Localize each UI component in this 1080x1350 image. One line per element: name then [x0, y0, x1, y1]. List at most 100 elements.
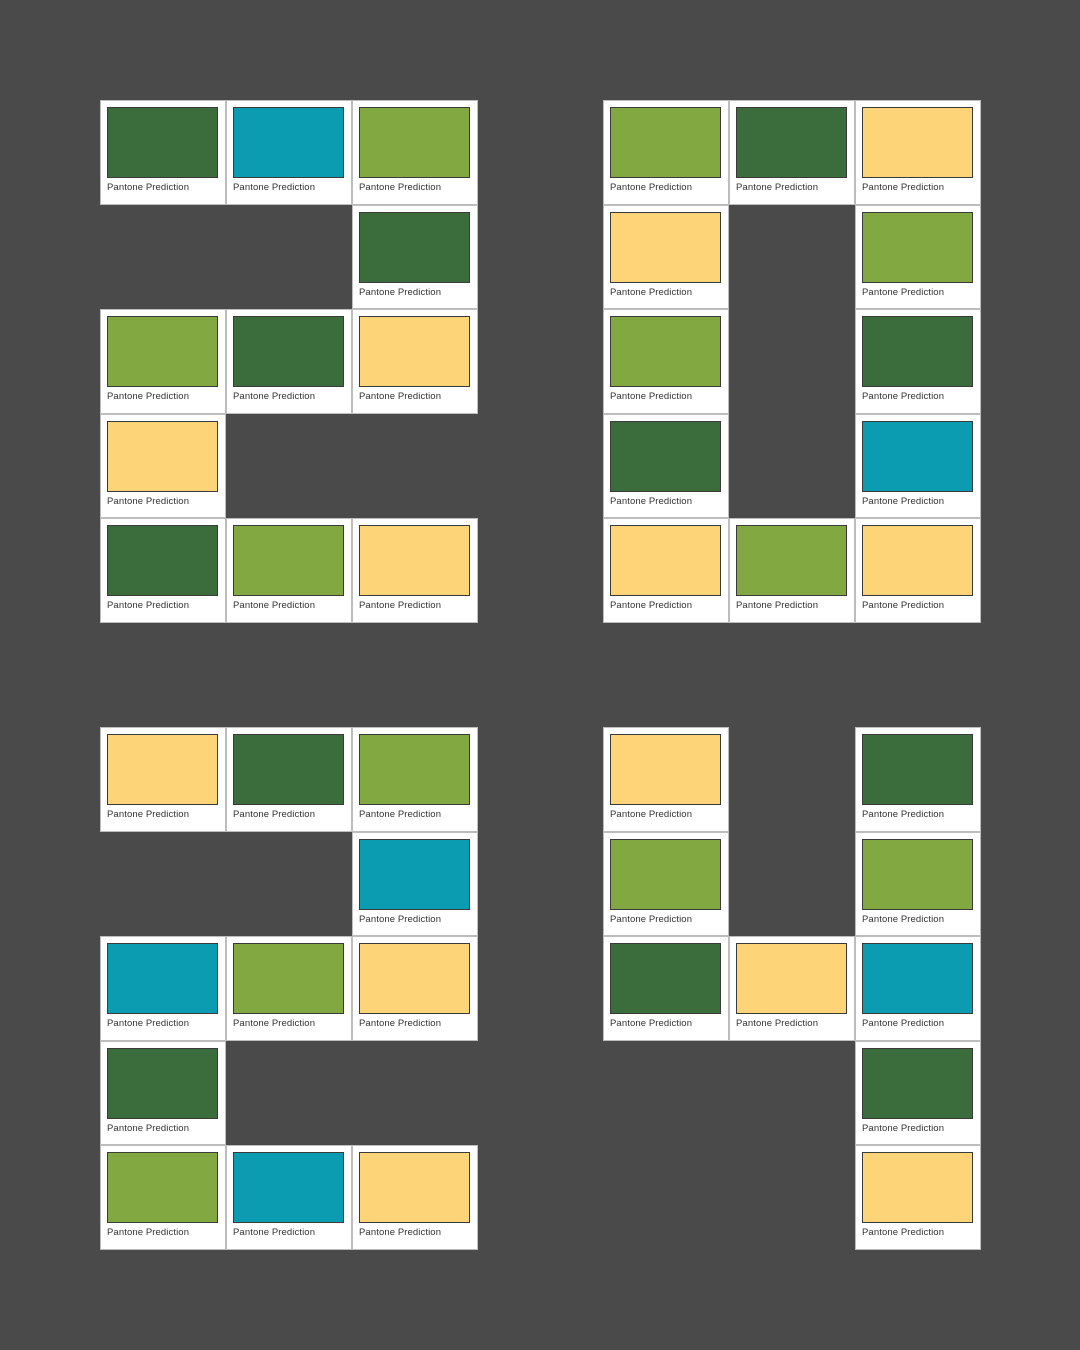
color-swatch: [610, 316, 721, 388]
digit-0: Pantone Prediction Pantone Prediction Pant…: [603, 100, 981, 623]
swatch-label: Pantone Prediction: [862, 1122, 945, 1134]
swatch-label: Pantone Prediction: [233, 182, 316, 193]
color-card: Pantone Prediction: [603, 727, 729, 832]
color-swatch: [233, 107, 344, 178]
color-swatch: [107, 525, 218, 597]
color-card: Pantone Prediction: [100, 413, 226, 519]
swatch-label: Pantone Prediction: [233, 1018, 316, 1030]
swatch-label: Pantone Prediction: [359, 1227, 442, 1239]
swatch-label: Pantone Prediction: [359, 391, 442, 403]
swatch-label: Pantone Prediction: [107, 1018, 190, 1030]
swatch-label: Pantone Prediction: [862, 1227, 945, 1239]
color-card: Pantone Prediction: [855, 309, 981, 414]
color-swatch: [359, 838, 470, 910]
color-swatch: [359, 107, 470, 178]
swatch-label: Pantone Prediction: [862, 600, 945, 612]
color-swatch: [107, 316, 218, 388]
color-swatch: [610, 838, 721, 910]
color-swatch: [736, 525, 847, 597]
swatch-label: Pantone Prediction: [736, 182, 819, 193]
color-swatch: [862, 420, 973, 492]
color-swatch: [862, 1152, 973, 1224]
swatch-label: Pantone Prediction: [233, 809, 316, 820]
color-swatch: [610, 211, 721, 283]
color-card: Pantone Prediction: [603, 831, 729, 937]
color-swatch: [862, 1047, 973, 1119]
color-card: Pantone Prediction: [226, 1145, 352, 1250]
color-card: Pantone Prediction: [603, 309, 729, 414]
color-card: Pantone Prediction: [352, 727, 478, 832]
swatch-label: Pantone Prediction: [359, 600, 442, 612]
color-card: Pantone Prediction: [855, 413, 981, 519]
color-card: Pantone Prediction: [603, 518, 729, 623]
color-swatch: [233, 734, 344, 805]
color-swatch: [610, 734, 721, 805]
color-card: Pantone Prediction: [352, 936, 478, 1041]
color-swatch: [862, 943, 973, 1015]
color-swatch: [736, 107, 847, 178]
color-card: Pantone Prediction: [226, 309, 352, 414]
swatch-label: Pantone Prediction: [359, 182, 442, 193]
color-swatch: [359, 943, 470, 1015]
swatch-label: Pantone Prediction: [862, 182, 945, 193]
color-card: Pantone Prediction: [352, 831, 478, 937]
swatch-label: Pantone Prediction: [610, 809, 693, 820]
color-swatch: [233, 525, 344, 597]
swatch-label: Pantone Prediction: [610, 182, 693, 193]
color-card: Pantone Prediction: [352, 309, 478, 414]
color-card: Pantone Prediction: [352, 100, 478, 205]
color-card: Pantone Prediction: [352, 204, 478, 310]
swatch-label: Pantone Prediction: [359, 286, 442, 298]
color-swatch: [862, 316, 973, 388]
color-swatch: [862, 525, 973, 597]
color-swatch: [233, 943, 344, 1015]
color-card: Pantone Prediction: [603, 413, 729, 519]
color-swatch: [107, 734, 218, 805]
color-swatch: [359, 525, 470, 597]
swatch-label: Pantone Prediction: [233, 600, 316, 612]
color-swatch: [359, 734, 470, 805]
color-swatch: [359, 211, 470, 283]
swatch-label: Pantone Prediction: [610, 1018, 693, 1030]
color-swatch: [862, 838, 973, 910]
swatch-label: Pantone Prediction: [736, 600, 819, 612]
color-card: Pantone Prediction: [729, 936, 855, 1041]
swatch-label: Pantone Prediction: [736, 1018, 819, 1030]
swatch-label: Pantone Prediction: [107, 600, 190, 612]
swatch-label: Pantone Prediction: [107, 182, 190, 193]
canvas: { "colors": { "dark_green": "#3b6c3c", "…: [0, 0, 1080, 1350]
swatch-label: Pantone Prediction: [233, 391, 316, 403]
color-card: Pantone Prediction: [855, 100, 981, 205]
swatch-label: Pantone Prediction: [107, 391, 190, 403]
color-swatch: [107, 1047, 218, 1119]
swatch-label: Pantone Prediction: [233, 1227, 316, 1239]
color-card: Pantone Prediction: [226, 727, 352, 832]
color-card: Pantone Prediction: [352, 518, 478, 623]
color-swatch: [359, 316, 470, 388]
color-card: Pantone Prediction: [226, 518, 352, 623]
color-card: Pantone Prediction: [100, 1040, 226, 1146]
swatch-label: Pantone Prediction: [359, 1018, 442, 1030]
color-card: Pantone Prediction: [100, 309, 226, 414]
color-card: Pantone Prediction: [100, 100, 226, 205]
swatch-label: Pantone Prediction: [862, 1018, 945, 1030]
color-card: Pantone Prediction: [855, 1145, 981, 1250]
color-swatch: [610, 525, 721, 597]
color-swatch: [610, 420, 721, 492]
color-swatch: [107, 420, 218, 492]
color-swatch: [107, 107, 218, 178]
digit-4: Pantone Prediction Pantone Prediction Pant…: [603, 727, 981, 1250]
color-swatch: [107, 943, 218, 1015]
color-card: Pantone Prediction: [729, 100, 855, 205]
color-card: Pantone Prediction: [603, 204, 729, 310]
swatch-label: Pantone Prediction: [610, 286, 693, 298]
swatch-label: Pantone Prediction: [862, 391, 945, 403]
swatch-label: Pantone Prediction: [610, 913, 693, 925]
swatch-label: Pantone Prediction: [359, 913, 442, 925]
color-swatch: [862, 734, 973, 805]
color-card: Pantone Prediction: [855, 831, 981, 937]
digit-2-second: Pantone Prediction Pantone Prediction Pant…: [100, 727, 478, 1250]
digit-2: Pantone Prediction Pantone Prediction Pant…: [100, 100, 478, 623]
swatch-label: Pantone Prediction: [862, 913, 945, 925]
color-card: Pantone Prediction: [855, 204, 981, 310]
